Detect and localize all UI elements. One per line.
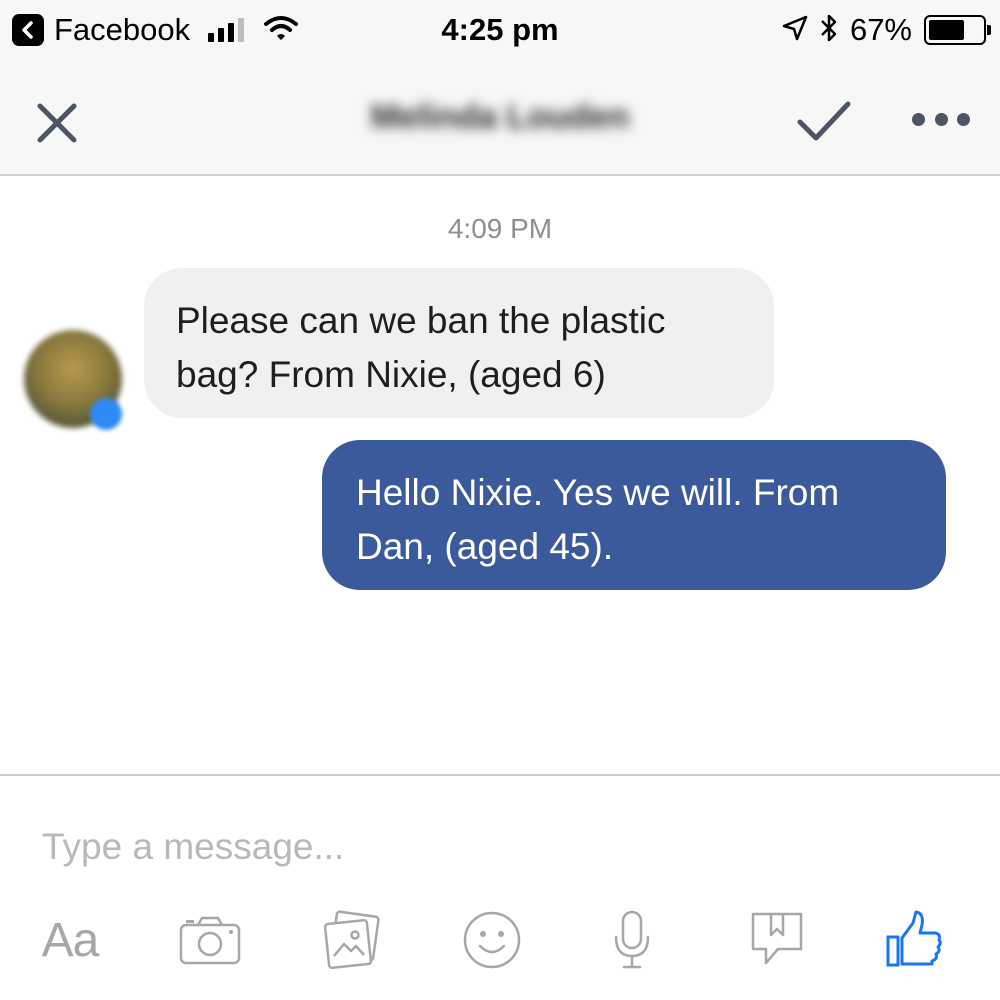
message-input[interactable] xyxy=(42,822,942,872)
text-style-button[interactable]: Aa xyxy=(30,900,110,980)
emoji-button[interactable] xyxy=(452,900,532,980)
camera-button[interactable] xyxy=(170,900,250,980)
emoji-icon xyxy=(463,911,521,969)
text-style-icon: Aa xyxy=(41,913,100,967)
conversation-header: Melinda Louden xyxy=(0,68,1000,176)
more-button[interactable] xyxy=(912,108,970,130)
camera-icon xyxy=(179,916,241,965)
messenger-badge-icon xyxy=(90,398,122,430)
outgoing-message-bubble[interactable]: Hello Nixie. Yes we will. From Dan, (age… xyxy=(322,440,946,590)
composer-toolbar: Aa xyxy=(0,900,1000,980)
like-button[interactable] xyxy=(874,900,954,980)
gallery-icon xyxy=(323,910,380,970)
status-right-group: 67% xyxy=(782,12,991,48)
sticker-button[interactable] xyxy=(737,900,817,980)
gallery-button[interactable] xyxy=(312,900,392,980)
sticker-icon xyxy=(751,912,803,965)
battery-percent: 67% xyxy=(849,12,912,47)
accept-button[interactable] xyxy=(796,98,852,144)
composer-divider xyxy=(0,774,1000,776)
bluetooth-icon xyxy=(820,13,838,48)
location-icon xyxy=(782,15,808,46)
incoming-message-bubble[interactable]: Please can we ban the plastic bag? From … xyxy=(144,268,774,418)
status-bar: Facebook 4:25 pm 67% xyxy=(0,0,1000,68)
message-timestamp: 4:09 PM xyxy=(447,213,553,244)
like-icon xyxy=(886,910,942,967)
microphone-button[interactable] xyxy=(592,900,672,980)
more-icon xyxy=(912,112,925,126)
microphone-icon xyxy=(614,910,650,969)
checkmark-icon xyxy=(797,101,851,141)
battery-level-fill xyxy=(929,20,964,40)
battery-icon xyxy=(924,15,991,45)
